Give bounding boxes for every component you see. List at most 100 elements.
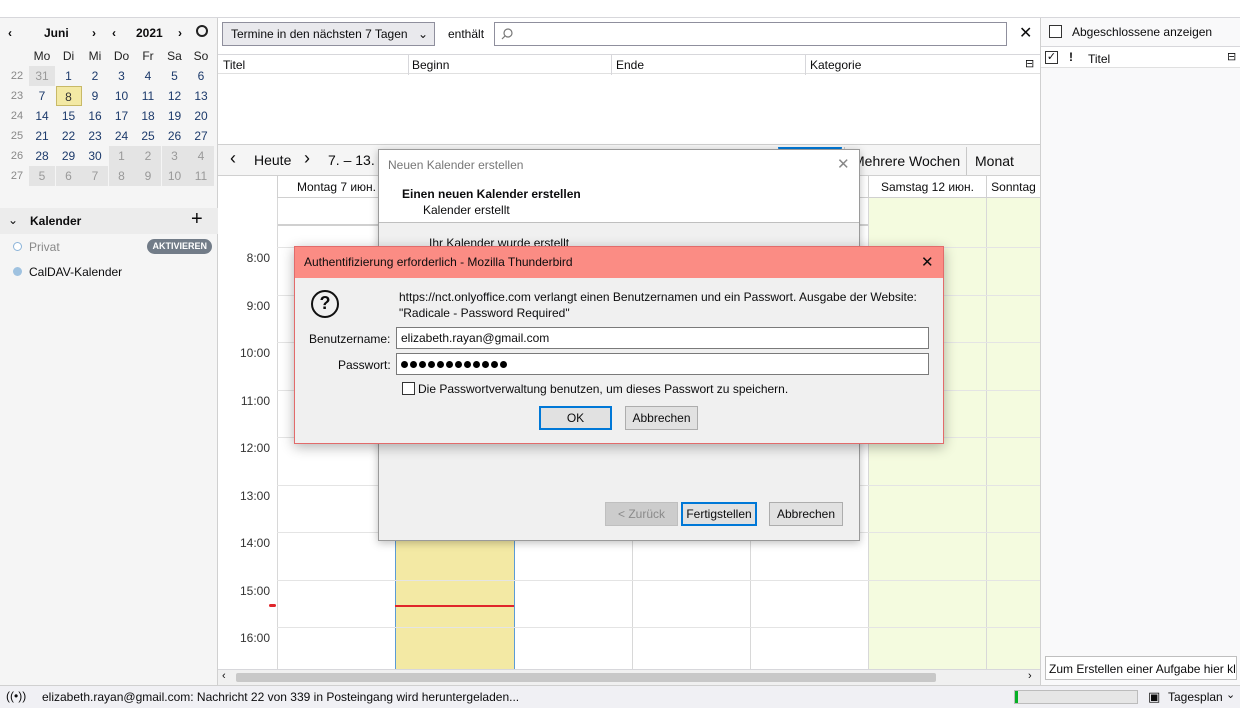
minimonth-day[interactable]: 9 [135,166,161,186]
finish-button[interactable]: Fertigstellen [681,502,757,526]
minimonth-year[interactable]: 2021 [136,26,163,40]
minimonth-day[interactable]: 5 [162,66,188,86]
minimonth-day[interactable]: 9 [82,86,108,106]
minimonth-day[interactable]: 31 [29,66,55,86]
close-icon[interactable]: ✕ [837,155,850,173]
password-dot [401,361,408,369]
minimonth-day[interactable]: 20 [188,106,214,126]
event-filter-select[interactable]: Termine in den nächsten 7 Tagen ⌄ [222,22,435,46]
minimonth-day[interactable]: 2 [135,146,161,166]
calendar-item-caldav[interactable]: CalDAV-Kalender [0,260,218,284]
remember-password-checkbox[interactable] [402,382,415,395]
minimonth-day[interactable]: 3 [161,146,188,166]
priority-column[interactable]: ! [1069,50,1073,64]
password-label: Passwort: [338,358,391,372]
minimonth-day[interactable]: 5 [29,166,55,186]
minimonth-day[interactable]: 19 [162,106,188,126]
minimonth-day[interactable]: 22 [56,126,82,146]
auth-title: Authentifizierung erforderlich - Mozilla… [304,255,573,269]
minimonth-day[interactable]: 13 [188,86,214,106]
chevron-down-icon[interactable]: ⌄ [1226,688,1235,701]
minimonth-day[interactable]: 3 [109,66,135,86]
minimonth-day[interactable]: 11 [188,166,214,186]
completed-column-icon[interactable]: ✓ [1045,51,1058,64]
collapse-chevron-icon[interactable]: ⌄ [8,213,18,227]
day-column-header[interactable]: Samstag 12 июн. [868,176,986,198]
minimonth-day[interactable]: 15 [56,106,82,126]
ok-button[interactable]: OK [539,406,612,430]
minimonth-day[interactable]: 2 [82,66,108,86]
tab-month[interactable]: Monat [966,147,1022,175]
minimonth-day[interactable]: 21 [29,126,55,146]
calendar-item-privat[interactable]: Privat AKTIVIEREN [0,235,218,259]
minimonth-day[interactable]: 6 [188,66,214,86]
scrollbar-thumb[interactable] [236,673,936,682]
minimonth-day[interactable]: 14 [29,106,55,126]
add-calendar-icon[interactable]: + [191,208,203,231]
minimonth-day[interactable]: 1 [56,66,82,86]
minimonth-day[interactable]: 1 [108,146,135,166]
tab-multiweek[interactable]: Mehrere Wochen [844,147,968,175]
day-column-header[interactable]: Sonntag [986,176,1040,198]
prev-year-icon[interactable]: ‹ [112,26,116,40]
minimonth-day[interactable]: 10 [109,86,135,106]
password-field[interactable] [396,353,929,375]
minimonth-day[interactable]: 8 [55,86,82,106]
minimonth-day[interactable]: 7 [82,166,108,186]
activate-badge[interactable]: AKTIVIEREN [147,239,212,254]
today-pane-icon[interactable]: ▣ [1148,689,1160,705]
col-title[interactable]: Titel [223,58,245,72]
minimonth-day[interactable]: 25 [135,126,161,146]
column-picker-icon[interactable]: ⊟ [1227,50,1236,63]
horizontal-scrollbar[interactable]: ‹ › [218,669,1040,685]
prev-month-icon[interactable]: ‹ [8,26,12,40]
scroll-right-icon[interactable]: › [1028,670,1032,682]
new-task-input[interactable]: Zum Erstellen einer Aufgabe hier kli [1045,656,1237,680]
online-status-icon[interactable]: ((•)) [6,689,26,703]
minimonth-day[interactable]: 10 [161,166,188,186]
col-end[interactable]: Ende [616,58,644,72]
left-pane: ‹ Juni › ‹ 2021 › Mo Di Mi Do Fr Sa So 22 31 1 2 3 4… [0,18,218,685]
minimonth-day[interactable]: 17 [109,106,135,126]
minimonth-day[interactable]: 7 [29,86,55,106]
minimonth-month[interactable]: Juni [44,26,69,40]
next-month-icon[interactable]: › [92,26,96,40]
minimonth-day[interactable]: 23 [82,126,108,146]
col-category[interactable]: Kategorie [810,58,861,72]
minimonth-day[interactable]: 16 [82,106,108,126]
minimonth-day[interactable]: 18 [135,106,161,126]
minimonth-day[interactable]: 28 [29,146,55,166]
minimonth-day[interactable]: 12 [162,86,188,106]
minimonth-day[interactable]: 6 [55,166,82,186]
scroll-left-icon[interactable]: ‹ [222,670,226,682]
show-completed-checkbox[interactable] [1049,25,1062,38]
minimonth-day[interactable]: 27 [188,126,214,146]
close-icon[interactable]: ✕ [1019,23,1032,43]
minimonth-day[interactable]: 11 [135,86,161,106]
minimonth-day[interactable]: 30 [82,146,108,166]
next-year-icon[interactable]: › [178,26,182,40]
new-calendar-cancel-button[interactable]: Abbrechen [769,502,843,526]
today-pane-label[interactable]: Tagesplan [1168,690,1223,704]
minimonth-day[interactable]: 4 [135,66,161,86]
auth-cancel-button[interactable]: Abbrechen [625,406,698,430]
minimonth-day[interactable]: 8 [108,166,135,186]
minimonth-day[interactable]: 29 [56,146,82,166]
next-week-icon[interactable]: › [304,148,310,169]
minimonth-day[interactable]: 4 [188,146,214,166]
minimonth-day[interactable]: 26 [162,126,188,146]
title-column[interactable]: Titel [1088,52,1110,66]
password-dot [464,361,471,369]
col-start[interactable]: Beginn [412,58,449,72]
prev-week-icon[interactable]: ‹ [230,148,236,169]
column-picker-icon[interactable]: ⊟ [1025,57,1034,70]
username-field[interactable]: elizabeth.rayan@gmail.com [396,327,929,349]
minimonth-day[interactable]: 24 [109,126,135,146]
search-input[interactable] [494,22,1007,46]
back-button[interactable]: < Zurück [605,502,678,526]
today-circle-icon[interactable] [196,25,208,37]
close-icon[interactable]: ✕ [921,253,934,271]
show-completed-row[interactable]: Abgeschlossene anzeigen [1041,18,1240,44]
today-button[interactable]: Heute [254,152,291,168]
calendar-color-dot [13,242,22,251]
